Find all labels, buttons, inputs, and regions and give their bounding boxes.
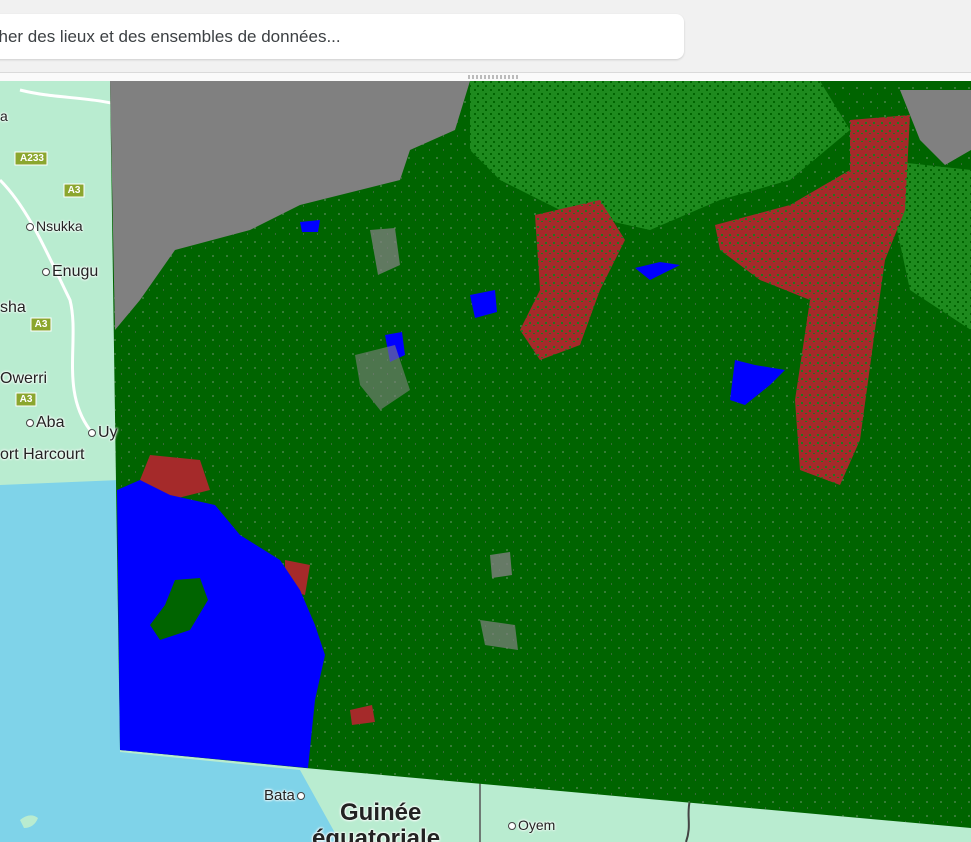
road-label: A3 [34, 319, 48, 330]
map-canvas[interactable] [0, 81, 971, 842]
city-label-port-harcourt: ort Harcourt [0, 446, 85, 463]
city-label-enugu: Enugu [40, 263, 98, 281]
city-label-nsukka: Nsukka [24, 218, 83, 234]
city-dot-icon [508, 822, 516, 831]
road-label: A3 [19, 394, 33, 405]
city-dot-icon [296, 792, 305, 801]
water-class [300, 220, 320, 232]
search-input[interactable] [0, 14, 670, 59]
map-view[interactable]: A233 A3 A3 A3 a Nsukka Enugu sha Owerri … [0, 81, 971, 842]
city-label: a [0, 108, 8, 124]
road-label: A233 [20, 153, 44, 164]
city-label-oyem: Oyem [506, 817, 555, 833]
city-label: sha [0, 299, 26, 316]
landcover-overlay [110, 81, 971, 828]
resize-handle[interactable] [468, 75, 520, 79]
road-label: A3 [67, 185, 81, 196]
search-box[interactable] [0, 14, 684, 59]
country-label: Guinée [340, 799, 422, 826]
city-dot-icon [88, 428, 96, 437]
city-label-uy: Uy [86, 424, 118, 442]
top-bar [0, 0, 971, 72]
country-label-line2: équatoriale [312, 825, 441, 842]
city-label-owerri: Owerri [0, 370, 48, 387]
city-dot-icon [26, 223, 34, 232]
city-dot-icon [26, 418, 34, 427]
city-label-aba: Aba [24, 414, 64, 432]
barren-class [490, 552, 512, 578]
city-dot-icon [42, 267, 50, 276]
city-label-bata: Bata [264, 787, 307, 804]
